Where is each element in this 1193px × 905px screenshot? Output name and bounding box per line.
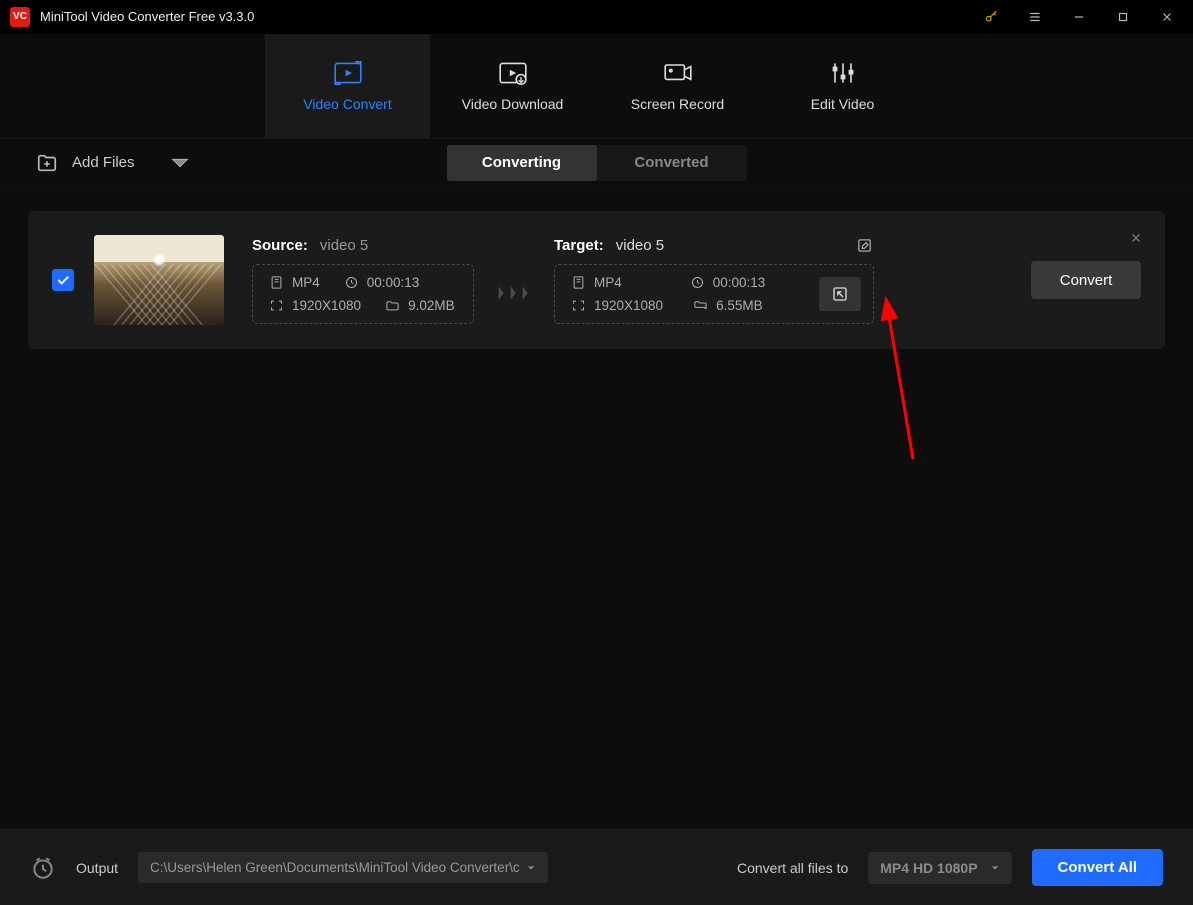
target-filesize: 6.55MB [693,298,763,313]
file-select-checkbox[interactable] [52,269,74,291]
convert-button-label: Convert [1060,272,1113,289]
upgrade-key-icon[interactable] [969,0,1013,34]
source-duration: 00:00:13 [344,275,420,290]
status-tab-converting[interactable]: Converting [447,145,597,181]
nav-tab-label: Screen Record [631,96,724,112]
convert-button[interactable]: Convert [1031,261,1141,299]
file-row: Source: video 5 MP4 00:00:13 [28,211,1165,349]
titlebar: VC MiniTool Video Converter Free v3.3.0 [0,0,1193,34]
target-details-box: MP4 00:00:13 1920X1080 [554,264,874,324]
edit-target-name-button[interactable] [856,237,873,259]
source-filesize: 9.02MB [385,298,455,313]
schedule-icon[interactable] [30,855,56,881]
convert-all-label: Convert all files to [737,860,848,876]
target-label: Target: [554,237,604,254]
window-minimize-button[interactable] [1057,0,1101,34]
source-filename: video 5 [320,237,368,254]
footer-bar: Output C:\Users\Helen Green\Documents\Mi… [0,829,1193,905]
status-tab-converted[interactable]: Converted [597,145,747,181]
target-format: MP4 [571,275,622,290]
target-filename: video 5 [616,237,664,254]
status-tabs: Converting Converted [447,145,747,181]
titlebar-right [969,0,1189,34]
nav-tab-edit-video[interactable]: Edit Video [760,34,925,138]
video-thumbnail[interactable] [94,235,224,325]
target-duration: 00:00:13 [690,275,766,290]
action-toolbar: Add Files Converting Converted [0,139,1193,187]
output-path-value: C:\Users\Helen Green\Documents\MiniTool … [150,860,520,875]
status-tab-label: Converted [634,154,708,171]
titlebar-left: VC MiniTool Video Converter Free v3.3.0 [10,7,254,27]
nav-tab-screen-record[interactable]: Screen Record [595,34,760,138]
target-info: Target: video 5 MP4 00:00:13 [554,237,874,324]
remove-file-button[interactable] [1129,231,1143,250]
arrow-separator-icon [496,283,532,303]
nav-tab-label: Edit Video [811,96,875,112]
add-files-label: Add Files [72,154,135,171]
add-files-button[interactable]: Add Files [36,152,191,174]
source-label: Source: [252,237,308,254]
content-area: Source: video 5 MP4 00:00:13 [0,187,1193,829]
nav-tab-label: Video Convert [303,96,391,112]
window-maximize-button[interactable] [1101,0,1145,34]
output-format-select[interactable]: MP4 HD 1080P [868,852,1011,884]
nav-tab-video-convert[interactable]: Video Convert [265,34,430,138]
main-nav: Video Convert Video Download Screen Reco… [0,34,1193,139]
target-resolution: 1920X1080 [571,298,663,313]
chevron-down-icon[interactable] [169,152,191,174]
menu-icon[interactable] [1013,0,1057,34]
window-close-button[interactable] [1145,0,1189,34]
chevron-down-icon [526,863,536,873]
source-format: MP4 [269,275,320,290]
nav-tab-video-download[interactable]: Video Download [430,34,595,138]
source-details-box: MP4 00:00:13 1920X1080 [252,264,474,324]
app-title: MiniTool Video Converter Free v3.3.0 [40,9,254,24]
source-resolution: 1920X1080 [269,298,361,313]
output-path-select[interactable]: C:\Users\Helen Green\Documents\MiniTool … [138,852,548,883]
target-settings-button[interactable] [819,277,861,311]
status-tab-label: Converting [482,154,561,171]
app-logo-icon: VC [10,7,30,27]
source-info: Source: video 5 MP4 00:00:13 [252,237,474,324]
output-label: Output [76,860,118,876]
nav-tab-label: Video Download [462,96,564,112]
convert-all-button-label: Convert All [1058,859,1137,876]
chevron-down-icon [990,863,1000,873]
output-format-value: MP4 HD 1080P [880,860,977,876]
convert-all-button[interactable]: Convert All [1032,849,1163,886]
app-window: VC MiniTool Video Converter Free v3.3.0 [0,0,1193,905]
